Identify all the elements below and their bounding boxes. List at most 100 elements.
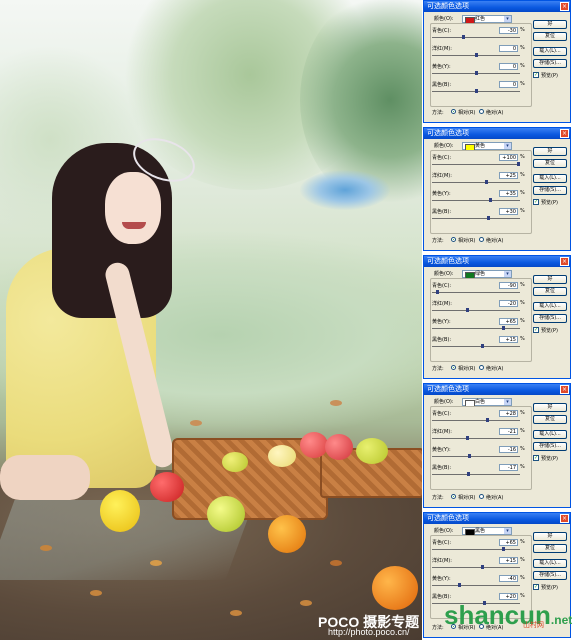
preview-checkbox[interactable]: ✓ [533, 199, 539, 205]
cyan-value-field[interactable]: +65 [499, 539, 518, 546]
magenta-slider[interactable] [432, 565, 520, 569]
slider-thumb[interactable] [487, 216, 490, 220]
slider-thumb[interactable] [475, 53, 478, 57]
slider-thumb[interactable] [475, 89, 478, 93]
magenta-value-field[interactable]: +15 [499, 557, 518, 564]
ok-button[interactable]: 好 [533, 403, 567, 412]
yellow-label: 黄色(Y): [432, 191, 451, 197]
yellow-slider[interactable] [432, 198, 520, 202]
black-slider[interactable] [432, 472, 520, 476]
black-value-field[interactable]: 0 [499, 81, 518, 88]
black-slider[interactable] [432, 216, 520, 220]
yellow-value-field[interactable]: -40 [499, 575, 518, 582]
preview-checkbox[interactable]: ✓ [533, 584, 539, 590]
yellow-value-field[interactable]: +35 [499, 190, 518, 197]
slider-thumb[interactable] [466, 308, 469, 312]
absolute-radio[interactable] [479, 109, 484, 114]
reset-button[interactable]: 复位 [533, 287, 567, 296]
magenta-value-field[interactable]: -20 [499, 300, 518, 307]
slider-thumb[interactable] [462, 35, 465, 39]
slider-thumb[interactable] [458, 583, 461, 587]
magenta-value-field[interactable]: 0 [499, 45, 518, 52]
cyan-slider[interactable] [432, 35, 520, 39]
cyan-slider[interactable] [432, 418, 520, 422]
black-slider[interactable] [432, 344, 520, 348]
close-icon[interactable]: × [560, 2, 569, 11]
cyan-slider[interactable] [432, 290, 520, 294]
close-icon[interactable]: × [560, 514, 569, 523]
save-button[interactable]: 存储(S)... [533, 59, 567, 68]
absolute-radio[interactable] [479, 494, 484, 499]
black-value-field[interactable]: -17 [499, 464, 518, 471]
absolute-radio[interactable] [479, 237, 484, 242]
ok-button[interactable]: 好 [533, 275, 567, 284]
ok-button[interactable]: 好 [533, 147, 567, 156]
load-button[interactable]: 载入(L)... [533, 47, 567, 56]
percent-sign: % [520, 446, 525, 452]
yellow-value-field[interactable]: 0 [499, 63, 518, 70]
slider-thumb[interactable] [502, 326, 505, 330]
black-value-field[interactable]: +20 [499, 593, 518, 600]
magenta-slider[interactable] [432, 53, 520, 57]
slider-thumb[interactable] [517, 162, 520, 166]
reset-button[interactable]: 复位 [533, 544, 567, 553]
black-slider[interactable] [432, 89, 520, 93]
cyan-value-field[interactable]: -90 [499, 282, 518, 289]
slider-thumb[interactable] [489, 198, 492, 202]
close-icon[interactable]: × [560, 257, 569, 266]
slider-thumb[interactable] [486, 418, 489, 422]
yellow-label: 黄色(Y): [432, 447, 451, 453]
reset-button[interactable]: 复位 [533, 159, 567, 168]
preview-checkbox[interactable]: ✓ [533, 327, 539, 333]
load-button[interactable]: 载入(L)... [533, 430, 567, 439]
relative-radio[interactable] [451, 237, 456, 242]
yellow-slider[interactable] [432, 454, 520, 458]
close-icon[interactable]: × [560, 129, 569, 138]
black-value-field[interactable]: +15 [499, 336, 518, 343]
ok-button[interactable]: 好 [533, 20, 567, 29]
magenta-slider[interactable] [432, 308, 520, 312]
slider-thumb[interactable] [475, 71, 478, 75]
slider-thumb[interactable] [436, 290, 439, 294]
preview-checkbox[interactable]: ✓ [533, 72, 539, 78]
slider-thumb[interactable] [485, 180, 488, 184]
relative-radio[interactable] [451, 494, 456, 499]
magenta-value-field[interactable]: -21 [499, 428, 518, 435]
reset-button[interactable]: 复位 [533, 415, 567, 424]
yellow-slider[interactable] [432, 71, 520, 75]
magenta-slider[interactable] [432, 436, 520, 440]
preview-checkbox[interactable]: ✓ [533, 455, 539, 461]
magenta-slider[interactable] [432, 180, 520, 184]
close-icon[interactable]: × [560, 385, 569, 394]
absolute-radio[interactable] [479, 365, 484, 370]
ok-button[interactable]: 好 [533, 532, 567, 541]
load-button[interactable]: 载入(L)... [533, 302, 567, 311]
cyan-slider[interactable] [432, 547, 520, 551]
slider-thumb[interactable] [502, 547, 505, 551]
relative-radio[interactable] [451, 365, 456, 370]
save-button[interactable]: 存储(S)... [533, 571, 567, 580]
magenta-value-field[interactable]: +25 [499, 172, 518, 179]
yellow-slider[interactable] [432, 583, 520, 587]
slider-thumb[interactable] [481, 565, 484, 569]
cyan-slider[interactable] [432, 162, 520, 166]
yellow-slider[interactable] [432, 326, 520, 330]
slider-thumb[interactable] [467, 472, 470, 476]
load-button[interactable]: 载入(L)... [533, 559, 567, 568]
save-button[interactable]: 存储(S)... [533, 314, 567, 323]
cyan-value-field[interactable]: -30 [499, 27, 518, 34]
cyan-value-field[interactable]: +28 [499, 410, 518, 417]
slider-thumb[interactable] [468, 454, 471, 458]
yellow-value-field[interactable]: +65 [499, 318, 518, 325]
reset-button[interactable]: 复位 [533, 32, 567, 41]
relative-radio[interactable] [451, 109, 456, 114]
save-button[interactable]: 存储(S)... [533, 442, 567, 451]
yellow-label: 黄色(Y): [432, 576, 451, 582]
slider-thumb[interactable] [481, 344, 484, 348]
black-value-field[interactable]: +30 [499, 208, 518, 215]
yellow-value-field[interactable]: -16 [499, 446, 518, 453]
save-button[interactable]: 存储(S)... [533, 186, 567, 195]
cyan-value-field[interactable]: +100 [499, 154, 518, 161]
load-button[interactable]: 载入(L)... [533, 174, 567, 183]
slider-thumb[interactable] [466, 436, 469, 440]
